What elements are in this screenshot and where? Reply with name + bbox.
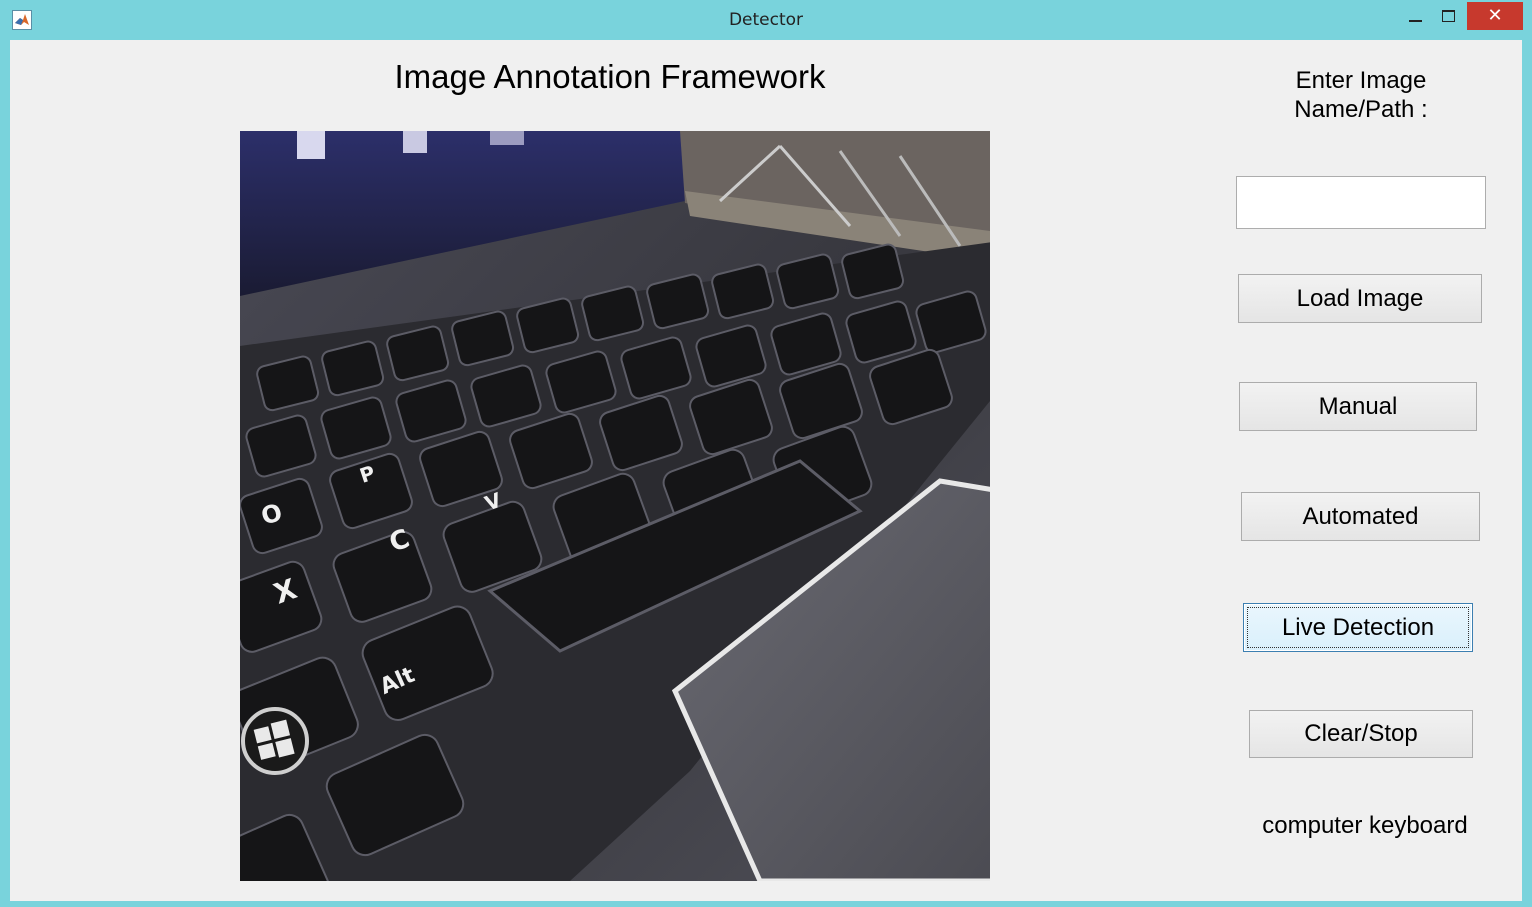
image-path-label: Enter Image Name/Path : — [1294, 67, 1428, 123]
manual-button[interactable]: Manual — [1239, 382, 1477, 431]
detection-result-label: computer keyboard — [1262, 812, 1468, 839]
live-detection-button[interactable]: Live Detection — [1243, 603, 1473, 652]
minimize-icon[interactable] — [1398, 2, 1432, 30]
image-display: O C X Alt P V — [240, 131, 990, 881]
window-title: Detector — [728, 10, 804, 30]
automated-button[interactable]: Automated — [1241, 492, 1480, 541]
load-image-button[interactable]: Load Image — [1238, 274, 1482, 323]
detector-window: Detector ✕ Image Annotation Framework O … — [0, 0, 1532, 907]
keyboard-photo: O C X Alt P V — [240, 131, 990, 881]
maximize-icon[interactable] — [1432, 2, 1466, 30]
figure-client-area: Image Annotation Framework O C X Alt P V… — [10, 40, 1522, 901]
title-bar[interactable]: Detector ✕ — [0, 0, 1532, 40]
close-icon[interactable]: ✕ — [1467, 2, 1523, 30]
image-path-input[interactable] — [1236, 176, 1486, 229]
page-title: Image Annotation Framework — [394, 58, 826, 95]
clear-stop-button[interactable]: Clear/Stop — [1249, 710, 1473, 758]
